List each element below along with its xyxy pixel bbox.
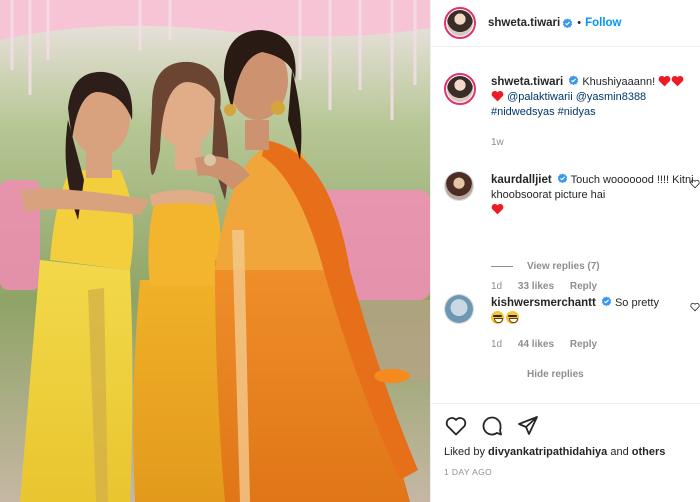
comment-like-heart-icon[interactable] — [690, 302, 700, 312]
comments-list: shweta.tiwari Khushiyaaann! @palaktiwari… — [431, 48, 700, 398]
grin-emoji-icon — [491, 311, 504, 324]
comment-text: So pretty — [614, 297, 659, 309]
hide-replies-button[interactable]: Hide replies — [527, 369, 584, 380]
heart-emoji-icon — [491, 90, 504, 102]
share-icon[interactable] — [516, 414, 540, 438]
comment-meta: 1d 33 likes Reply — [491, 281, 610, 292]
liked-by-and: and — [610, 446, 629, 458]
liked-by-others[interactable]: others — [632, 446, 666, 458]
caption-body: shweta.tiwari Khushiyaaann! @palaktiwari… — [491, 75, 700, 120]
comment-likes[interactable]: 44 likes — [518, 339, 554, 350]
liked-by-user[interactable]: divyankatripathidahiya — [488, 446, 607, 458]
post-photo[interactable] — [0, 0, 430, 502]
reply-button[interactable]: Reply — [570, 281, 597, 292]
verified-icon — [563, 17, 573, 28]
view-replies-label: View replies (7) — [527, 261, 600, 272]
caption-time[interactable]: 1w — [491, 137, 504, 148]
caption-text: Khushiyaaann! — [582, 76, 656, 88]
comment-like-heart-icon[interactable] — [690, 179, 700, 189]
view-replies-line — [491, 266, 513, 267]
comment-time[interactable]: 1d — [491, 339, 502, 350]
post-actions: Liked by divyankatripathidahiya and othe… — [431, 403, 700, 502]
post-header: shweta.tiwari • Follow — [431, 0, 700, 47]
verified-icon — [601, 296, 612, 307]
author-avatar[interactable] — [444, 7, 476, 39]
caption-author-avatar[interactable] — [444, 73, 476, 105]
comment-username[interactable]: kishwersmerchantt — [491, 297, 596, 309]
post-side-panel: shweta.tiwari • Follow shweta.tiwari Khu… — [430, 0, 700, 502]
liked-by-summary: Liked by divyankatripathidahiya and othe… — [444, 446, 665, 458]
verified-icon — [557, 173, 567, 184]
post-timestamp[interactable]: 1 DAY AGO — [444, 467, 492, 477]
verified-icon — [569, 75, 579, 86]
follow-button[interactable]: Follow — [585, 17, 621, 29]
comment-body: kaurdalljiet Touch wooooood !!!! Kitni k… — [491, 173, 700, 218]
caption-meta: 1w — [491, 137, 517, 148]
action-icons — [444, 414, 540, 438]
comment-avatar[interactable] — [444, 171, 474, 201]
heart-emoji-icon — [491, 203, 504, 215]
grin-emoji-icon — [506, 311, 519, 324]
hide-replies-label: Hide replies — [527, 369, 584, 380]
caption-hashtags[interactable]: #nidwedsyas #nidyas — [491, 106, 596, 118]
comment-icon[interactable] — [480, 414, 504, 438]
caption-mentions[interactable]: @palaktiwarii @yasmin8388 — [507, 91, 646, 103]
author-username[interactable]: shweta.tiwari — [488, 17, 560, 29]
comment-avatar[interactable] — [444, 294, 474, 324]
header-separator: • — [577, 17, 582, 29]
comment-body: kishwersmerchantt So pretty — [491, 296, 700, 327]
heart-icon[interactable] — [444, 414, 468, 438]
caption-username[interactable]: shweta.tiwari — [491, 76, 563, 88]
comment-username[interactable]: kaurdalljiet — [491, 174, 552, 186]
view-replies-button[interactable]: View replies (7) — [491, 261, 600, 272]
heart-emoji-icon — [658, 75, 671, 87]
comment-time[interactable]: 1d — [491, 281, 502, 292]
post-photo-image — [0, 0, 430, 502]
comment-likes[interactable]: 33 likes — [518, 281, 554, 292]
comment-meta: 1d 44 likes Reply — [491, 339, 610, 350]
liked-by-prefix: Liked by — [444, 446, 485, 458]
reply-button[interactable]: Reply — [570, 339, 597, 350]
heart-emoji-icon — [671, 75, 684, 87]
